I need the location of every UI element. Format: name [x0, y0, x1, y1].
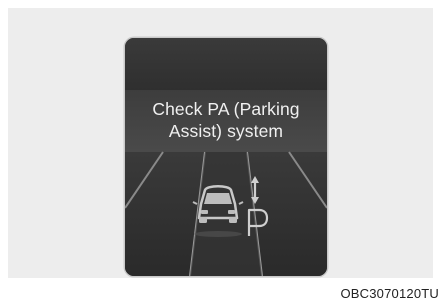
cluster-display: Check PA (Parking Assist) system [125, 38, 327, 276]
image-code-caption: OBC3070120TU [340, 286, 439, 301]
car-shadow [194, 231, 242, 237]
road-scene [125, 151, 327, 276]
